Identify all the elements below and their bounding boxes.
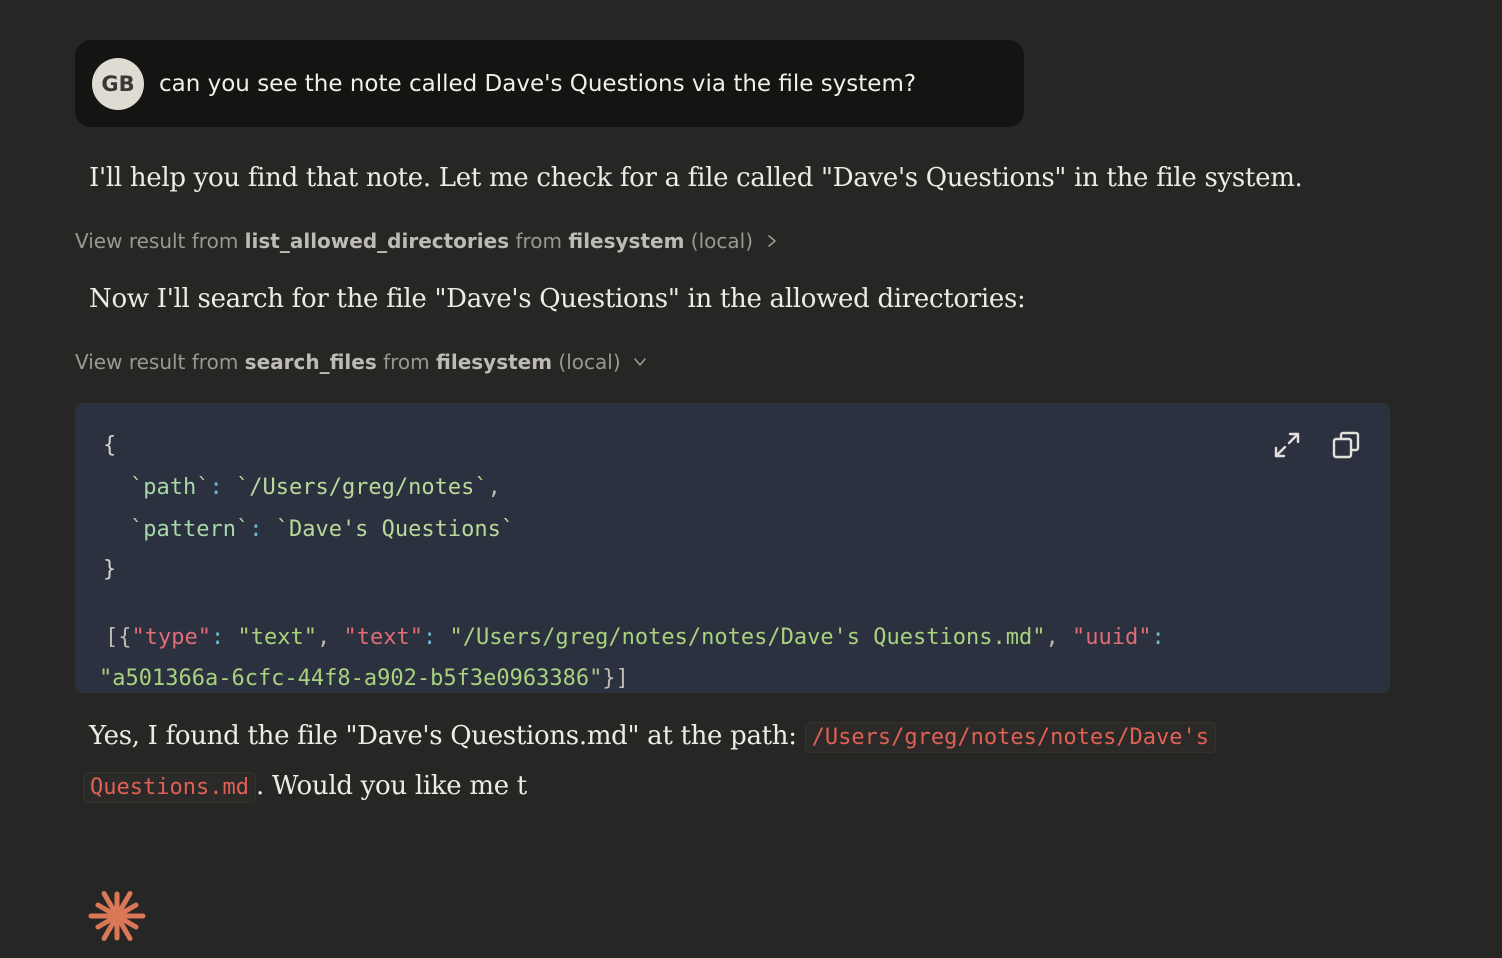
code-result-colon: :: [1151, 625, 1165, 650]
tool-name: list_allowed_directories: [244, 229, 510, 253]
tool-server: filesystem: [436, 350, 553, 374]
expand-icon[interactable]: [1272, 430, 1302, 460]
chevron-right-icon: [768, 235, 776, 247]
tool-result-prefix: View result from: [75, 229, 245, 253]
user-message-bubble: GB can you see the note called Dave's Qu…: [75, 40, 1024, 127]
code-pattern-key: `pattern`: [130, 517, 250, 542]
user-message-text: can you see the note called Dave's Quest…: [159, 70, 917, 97]
code-result-open: [{: [105, 625, 132, 650]
tool-from-word: from: [509, 229, 569, 253]
code-result-text-key: "text": [343, 625, 423, 650]
tool-name: search_files: [244, 350, 377, 374]
tool-server: filesystem: [568, 229, 685, 253]
code-result-comma: ,: [316, 625, 344, 650]
code-result-colon: :: [422, 625, 450, 650]
code-pattern-colon: :: [249, 517, 263, 542]
code-result-close: }]: [602, 666, 629, 691]
inline-code-path: /Users/greg/notes/notes/Dave's: [804, 722, 1217, 753]
tool-result-toggle-list-allowed-directories[interactable]: View result from list_allowed_directorie…: [75, 229, 779, 253]
tool-location: (local): [552, 350, 621, 374]
claude-spark-icon: [88, 890, 146, 942]
code-close-brace: }: [103, 557, 117, 582]
assistant-paragraph-3-line-1: Yes, I found the file "Dave's Questions.…: [89, 721, 1217, 753]
code-result-uuid-key: "uuid": [1071, 625, 1152, 650]
code-result-colon: :: [210, 625, 238, 650]
chat-page: GB can you see the note called Dave's Qu…: [0, 0, 1502, 958]
assistant-paragraph-3-line-2: Questions.md. Would you like me t: [83, 771, 527, 803]
code-result-uuid-value: "a501366a-6cfc-44f8-a902-b5f3e0963386": [99, 666, 603, 691]
code-path-value: `/Users/greg/notes`: [222, 475, 488, 500]
assistant-paragraph-2: Now I'll search for the file "Dave's Que…: [89, 284, 1026, 314]
code-path-colon: :: [209, 475, 223, 500]
code-open-brace: {: [103, 433, 117, 458]
user-avatar: GB: [92, 57, 144, 110]
chevron-down-icon: [633, 358, 646, 366]
code-result-text-value: "/Users/greg/notes/notes/Dave's Question…: [449, 625, 1046, 650]
code-result-line-2: "a501366a-6cfc-44f8-a902-b5f3e0963386"}]: [99, 666, 629, 691]
assistant-paragraph-1: I'll help you find that note. Let me che…: [89, 163, 1303, 193]
tool-from-word: from: [376, 350, 437, 374]
code-result-type-value: "text": [237, 625, 317, 650]
assistant-paragraph-3-tail: . Would you like me t: [255, 771, 527, 801]
code-path-key: `path`: [130, 475, 210, 500]
code-result-type-key: "type": [131, 625, 211, 650]
tool-result-prefix: View result from: [75, 350, 245, 374]
code-pattern-value: `Dave's Questions`: [262, 517, 515, 542]
code-path-comma: ,: [487, 475, 501, 500]
tool-result-code-block: { `path`: `/Users/greg/notes`, `pattern`…: [75, 403, 1390, 693]
tool-location: (local): [684, 229, 754, 253]
inline-code-path-continued: Questions.md: [83, 772, 256, 803]
code-result-comma: ,: [1045, 625, 1072, 650]
copy-icon[interactable]: [1331, 430, 1361, 460]
tool-result-toggle-search-files[interactable]: View result from search_files from files…: [75, 350, 647, 374]
code-path-line: `path`: `/Users/greg/notes`,: [130, 475, 501, 500]
code-pattern-line: `pattern`: `Dave's Questions`: [130, 517, 514, 542]
assistant-paragraph-3-lead: Yes, I found the file "Dave's Questions.…: [89, 721, 805, 751]
code-result-line-1: [{"type": "text", "text": "/Users/greg/n…: [105, 625, 1165, 650]
